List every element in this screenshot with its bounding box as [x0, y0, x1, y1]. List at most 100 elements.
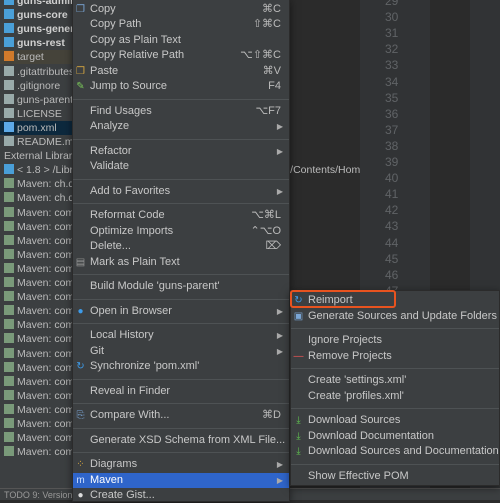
menu-item-label: Remove Projects [308, 349, 392, 362]
sync-icon: ↻ [76, 361, 85, 372]
menu-item-remove-projects[interactable]: — Remove Projects [291, 349, 499, 364]
menu-item-reveal-in-finder[interactable]: Reveal in Finder [73, 384, 289, 399]
download-icon: ⤓ [296, 430, 301, 442]
menu-item-create-gist[interactable]: ● Create Gist... [73, 488, 289, 503]
folder-icon [4, 51, 14, 62]
menu-item-delete[interactable]: Delete... ⌦ [73, 239, 289, 254]
menu-separator [73, 138, 289, 140]
tree-item-label: Maven: com [17, 319, 75, 332]
menu-item-create-settings-xml[interactable]: Create 'settings.xml' [291, 373, 499, 388]
library-icon [4, 192, 14, 203]
library-icon [4, 361, 14, 372]
menu-item-git[interactable]: Git ▶ [73, 344, 289, 359]
menu-item-label: Local History [90, 329, 154, 341]
menu-item-show-effective-pom[interactable]: Show Effective POM [291, 469, 499, 484]
menu-separator [73, 427, 289, 429]
maven-submenu: ↻ Reimport ▣ Generate Sources and Update Fo… [290, 290, 500, 486]
menu-item-validate[interactable]: Validate [73, 159, 289, 174]
diagram-icon: ⁘ [76, 459, 85, 470]
menu-item-generate-sources-and-update-folders[interactable]: ▣ Generate Sources and Update Folders [291, 309, 499, 324]
menu-item-synchronize-pom-xml[interactable]: ↻ Synchronize 'pom.xml' [73, 359, 289, 374]
menu-item-add-to-favorites[interactable]: Add to Favorites ▶ [73, 184, 289, 199]
menu-item-download-sources-and-documentation[interactable]: ⤓ Download Sources and Documentation [291, 444, 499, 459]
shortcut: ⌦ [265, 240, 281, 252]
menu-item-label: Find Usages [90, 104, 152, 117]
menu-item-reformat-code[interactable]: Reformat Code ⌥⌘L [73, 208, 289, 223]
library-icon [4, 389, 14, 400]
chevron-right-icon: ▶ [276, 122, 283, 131]
menu-separator [73, 178, 289, 180]
menu-item-optimize-imports[interactable]: Optimize Imports ⌃⌥O [73, 224, 289, 239]
chevron-right-icon: ▶ [276, 306, 283, 316]
menu-item-label: Diagrams [90, 458, 138, 470]
menu-item-ignore-projects[interactable]: Ignore Projects [291, 333, 499, 348]
menu-separator [73, 378, 289, 380]
file-icon [4, 107, 14, 118]
library-icon [4, 432, 14, 443]
menu-item-copy[interactable]: ❐ Copy ⌘C [73, 2, 289, 17]
menu-item-label: Add to Favorites [90, 184, 171, 197]
library-icon [4, 333, 14, 344]
tree-item-label: guns-admin [17, 0, 77, 7]
menu-item-local-history[interactable]: Local History ▶ [73, 328, 289, 343]
tree-item-label: Maven: com [17, 432, 75, 445]
menu-item-build-module-guns-parent[interactable]: Build Module 'guns-parent' [73, 279, 289, 294]
tree-item-label: Maven: com [17, 262, 75, 275]
tree-item-label: Maven: com [17, 333, 75, 346]
menu-separator [73, 403, 289, 404]
menu-item-label: Maven [90, 473, 124, 486]
menu-item-open-in-browser[interactable]: ● Open in Browser ▶ [73, 304, 289, 319]
menu-item-maven[interactable]: m Maven ▶ [73, 472, 289, 488]
line-number: 29 [385, 0, 399, 8]
menu-item-copy-relative-path[interactable]: Copy Relative Path ⌥⇧⌘C [73, 48, 289, 63]
plain-text-icon: ▤ [75, 256, 86, 268]
menu-item-create-profiles-xml[interactable]: Create 'profiles.xml' [291, 389, 499, 404]
menu-item-label: Open in Browser [90, 304, 172, 317]
tree-item-label: .gitignore [17, 79, 61, 92]
menu-item-copy-path[interactable]: Copy Path ⇧⌘C [73, 17, 289, 32]
menu-item-diagrams[interactable]: ⁘ Diagrams ▶ [73, 457, 289, 472]
remove-icon: — [293, 350, 304, 362]
reimport-callout [290, 290, 396, 308]
menu-item-generate-xsd-schema-from-xml-file[interactable]: Generate XSD Schema from XML File... [73, 433, 289, 448]
menu-item-label: Reformat Code [90, 209, 165, 221]
menu-item-label: Create 'profiles.xml' [308, 389, 404, 402]
menu-item-analyze[interactable]: Analyze ▶ [73, 119, 289, 134]
tree-item-label: pom.xml [17, 121, 57, 134]
tree-item-label: Maven: com [17, 305, 75, 318]
line-number: 36 [385, 106, 399, 121]
menu-item-compare-with[interactable]: ⎘ Compare With... ⌘D [73, 408, 289, 423]
library-icon [4, 347, 14, 358]
jdk-icon [4, 164, 14, 175]
tree-item-label: Maven: com [17, 347, 75, 360]
menu-item-jump-to-source[interactable]: ✎ Jump to Source F4 [73, 79, 289, 94]
tree-item-label: Maven: com [17, 234, 75, 247]
menu-item-download-sources[interactable]: ⤓ Download Sources [291, 413, 499, 428]
generate-icon: ▣ [293, 310, 304, 322]
menu-item-label: Refactor [90, 144, 132, 157]
menu-item-paste[interactable]: ❐ Paste ⌘V [73, 64, 289, 79]
menu-item-label: Create 'settings.xml' [308, 374, 407, 386]
line-number: 39 [385, 155, 399, 169]
library-icon [4, 319, 14, 330]
menu-item-label: Create Gist... [90, 489, 155, 501]
menu-separator [73, 452, 289, 453]
menu-item-find-usages[interactable]: Find Usages ⌥F7 [73, 104, 289, 119]
menu-item-label: Mark as Plain Text [90, 255, 180, 268]
menu-separator [73, 298, 289, 300]
line-number: 44 [385, 235, 399, 250]
line-number: 38 [385, 138, 399, 153]
line-number: 46 [385, 267, 399, 282]
library-icon [4, 220, 14, 231]
context-menu: ❐ Copy ⌘C Copy Path ⇧⌘C Copy as Plain Text Cop… [72, 0, 290, 502]
menu-item-refactor[interactable]: Refactor ▶ [73, 144, 289, 159]
chevron-right-icon: ▶ [276, 331, 283, 340]
menu-item-copy-as-plain-text[interactable]: Copy as Plain Text [73, 33, 289, 48]
menu-item-mark-as-plain-text[interactable]: ▤ Mark as Plain Text [73, 255, 289, 270]
menu-separator [291, 408, 499, 409]
copy-icon: ❐ [76, 3, 85, 15]
menu-item-download-documentation[interactable]: ⤓ Download Documentation [291, 429, 499, 444]
module-icon [4, 9, 14, 20]
menu-separator [73, 203, 289, 204]
github-icon: ● [77, 490, 84, 501]
